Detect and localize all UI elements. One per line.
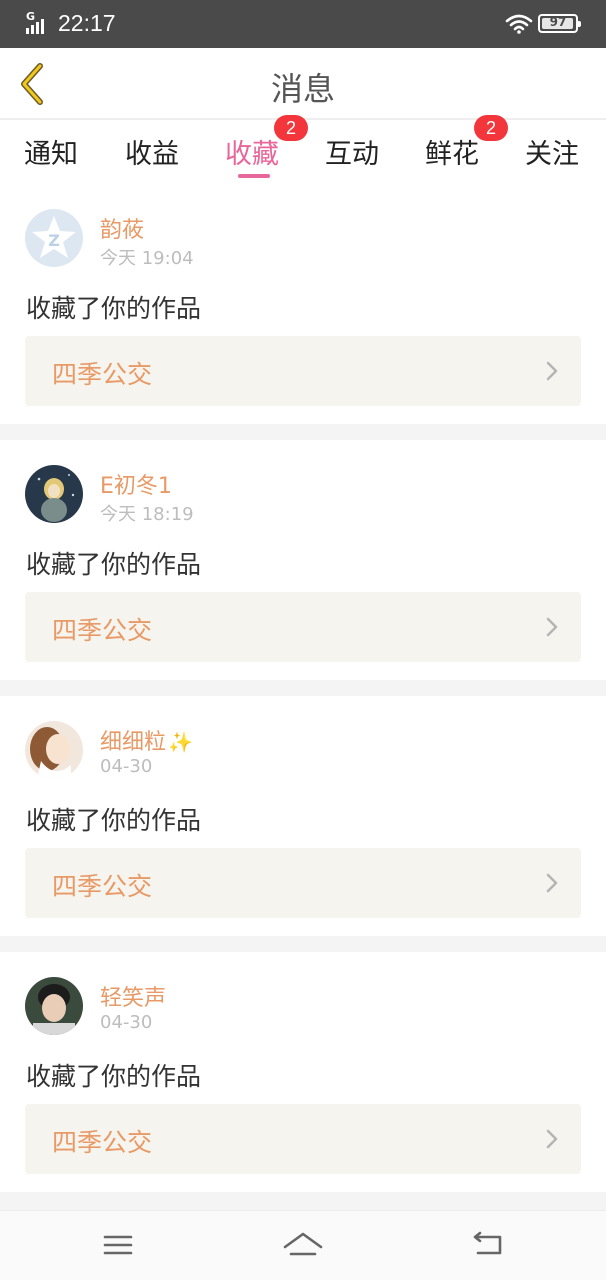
chevron-right-icon bbox=[546, 617, 558, 637]
work-link[interactable]: 四季公交 bbox=[25, 848, 581, 918]
work-title: 四季公交 bbox=[52, 1128, 153, 1157]
timestamp: 04-30 bbox=[100, 1012, 153, 1033]
list-item: Z 韵莜 今天 19:04 收藏了你的作品 四季公交 bbox=[0, 184, 606, 424]
clock: 22:17 bbox=[58, 10, 116, 36]
flowers-badge: 2 bbox=[474, 115, 508, 141]
user-name-text: 细细粒 bbox=[100, 730, 167, 755]
avatar[interactable] bbox=[25, 465, 83, 523]
work-link[interactable]: 四季公交 bbox=[25, 336, 581, 406]
signal-icon: G bbox=[26, 10, 52, 34]
chevron-right-icon bbox=[546, 361, 558, 381]
avatar[interactable] bbox=[25, 977, 83, 1035]
work-link[interactable]: 四季公交 bbox=[25, 592, 581, 662]
divider bbox=[0, 1192, 606, 1210]
avatar[interactable]: Z bbox=[25, 209, 83, 267]
active-tab-indicator bbox=[238, 174, 270, 178]
work-title: 四季公交 bbox=[52, 360, 153, 389]
status-bar: G 22:17 97 bbox=[0, 0, 606, 48]
action-text: 收藏了你的作品 bbox=[26, 806, 202, 835]
list-item: 细细粒 ✨ 04-30 收藏了你的作品 四季公交 bbox=[0, 696, 606, 936]
user-name[interactable]: E初冬1 bbox=[100, 468, 172, 500]
battery-percent: 97 bbox=[549, 15, 567, 29]
tab-flowers[interactable]: 鲜花 bbox=[425, 132, 479, 171]
tab-interactions[interactable]: 互动 bbox=[325, 132, 379, 171]
avatar[interactable] bbox=[25, 721, 83, 779]
tab-bar: 通知 收益 收藏 2 互动 鲜花 2 关注 bbox=[0, 115, 606, 180]
user-name[interactable]: 轻笑声 bbox=[100, 980, 166, 1012]
chevron-right-icon bbox=[546, 1129, 558, 1149]
timestamp: 04-30 bbox=[100, 756, 153, 777]
user-name[interactable]: 细细粒 ✨ bbox=[100, 724, 193, 756]
wifi-icon bbox=[505, 14, 533, 34]
action-text: 收藏了你的作品 bbox=[26, 550, 202, 579]
user-name[interactable]: 韵莜 bbox=[100, 212, 144, 244]
list-item: E初冬1 今天 18:19 收藏了你的作品 四季公交 bbox=[0, 440, 606, 680]
back-icon[interactable] bbox=[466, 1227, 510, 1263]
battery-icon: 97 bbox=[538, 14, 581, 33]
timestamp: 今天 18:19 bbox=[100, 504, 194, 525]
timestamp: 今天 19:04 bbox=[100, 248, 194, 269]
sparkle-icon: ✨ bbox=[168, 730, 193, 754]
divider bbox=[0, 936, 606, 952]
home-icon[interactable] bbox=[281, 1227, 325, 1263]
divider bbox=[0, 680, 606, 696]
list-item: 轻笑声 04-30 收藏了你的作品 四季公交 bbox=[0, 952, 606, 1192]
page-title: 消息 bbox=[270, 70, 335, 108]
svg-text:Z: Z bbox=[48, 231, 60, 250]
divider bbox=[0, 424, 606, 440]
tab-favorites[interactable]: 收藏 bbox=[225, 132, 279, 171]
work-title: 四季公交 bbox=[52, 872, 153, 901]
action-text: 收藏了你的作品 bbox=[26, 1062, 202, 1091]
app-header: 消息 bbox=[0, 48, 606, 120]
action-text: 收藏了你的作品 bbox=[26, 294, 202, 323]
favorites-badge: 2 bbox=[274, 115, 308, 141]
tab-notifications[interactable]: 通知 bbox=[24, 132, 78, 171]
tab-following[interactable]: 关注 bbox=[525, 132, 579, 171]
work-title: 四季公交 bbox=[52, 616, 153, 645]
tab-earnings[interactable]: 收益 bbox=[125, 132, 179, 171]
work-link[interactable]: 四季公交 bbox=[25, 1104, 581, 1174]
chevron-right-icon bbox=[546, 873, 558, 893]
menu-icon[interactable] bbox=[96, 1227, 140, 1263]
system-nav-bar bbox=[0, 1210, 606, 1280]
